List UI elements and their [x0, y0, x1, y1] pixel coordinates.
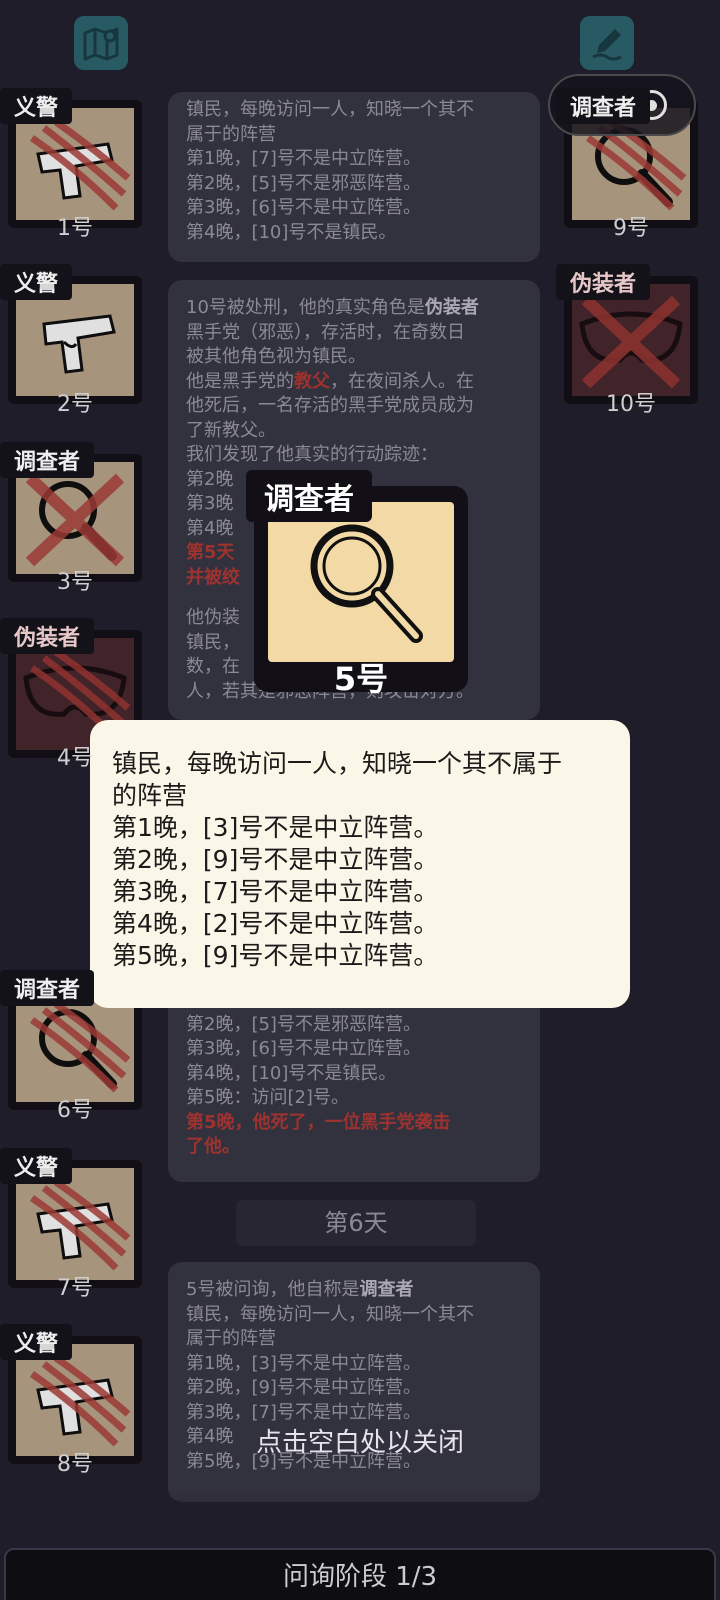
popup-line: 第3晚，[7]号不是中立阵营。 [112, 877, 439, 906]
player-number: 7号 [57, 1276, 93, 1301]
player-number: 10号 [606, 392, 656, 417]
popup-role-card: 调查者 5号 [246, 470, 468, 698]
popup-line: 的阵营 [112, 781, 188, 810]
role-tag: 调查者 [0, 442, 95, 478]
phase-bar: 问询阶段 1/3 [4, 1548, 716, 1600]
player-number: 4号 [57, 746, 93, 771]
magnifier-icon [310, 524, 423, 643]
popup-line: 第1晚，[3]号不是中立阵营。 [112, 813, 439, 842]
popup-role-tag: 调查者 [246, 470, 372, 522]
player-number: 6号 [57, 1098, 93, 1123]
role-tag: 伪装者 [556, 264, 651, 300]
role-tag: 义警 [0, 264, 73, 300]
popup-line: 镇民，每晚访问一人，知晓一个其不属于 [112, 749, 563, 778]
role-tag: 义警 [0, 1324, 73, 1360]
role-tag: 义警 [0, 88, 73, 124]
role-detail-popup: 镇民，每晚访问一人，知晓一个其不属于 的阵营 第1晚，[3]号不是中立阵营。 第… [90, 720, 630, 1008]
popup-line: 第4晚，[2]号不是中立阵营。 [112, 909, 439, 938]
player-number: 3号 [57, 570, 93, 595]
player-number: 1号 [57, 216, 93, 241]
role-tag: 伪装者 [0, 618, 95, 654]
popup-player-number: 5号 [333, 660, 389, 698]
role-tag: 调查者 [0, 970, 95, 1006]
role-tag: 调查者 [556, 88, 651, 124]
player-number: 8号 [57, 1452, 93, 1477]
role-tag: 义警 [0, 1148, 73, 1184]
player-number: 2号 [57, 392, 93, 417]
player-number: 9号 [613, 216, 649, 241]
popup-line: 第5晚，[9]号不是中立阵营。 [112, 941, 439, 970]
popup-line: 第2晚，[9]号不是中立阵营。 [112, 845, 439, 874]
